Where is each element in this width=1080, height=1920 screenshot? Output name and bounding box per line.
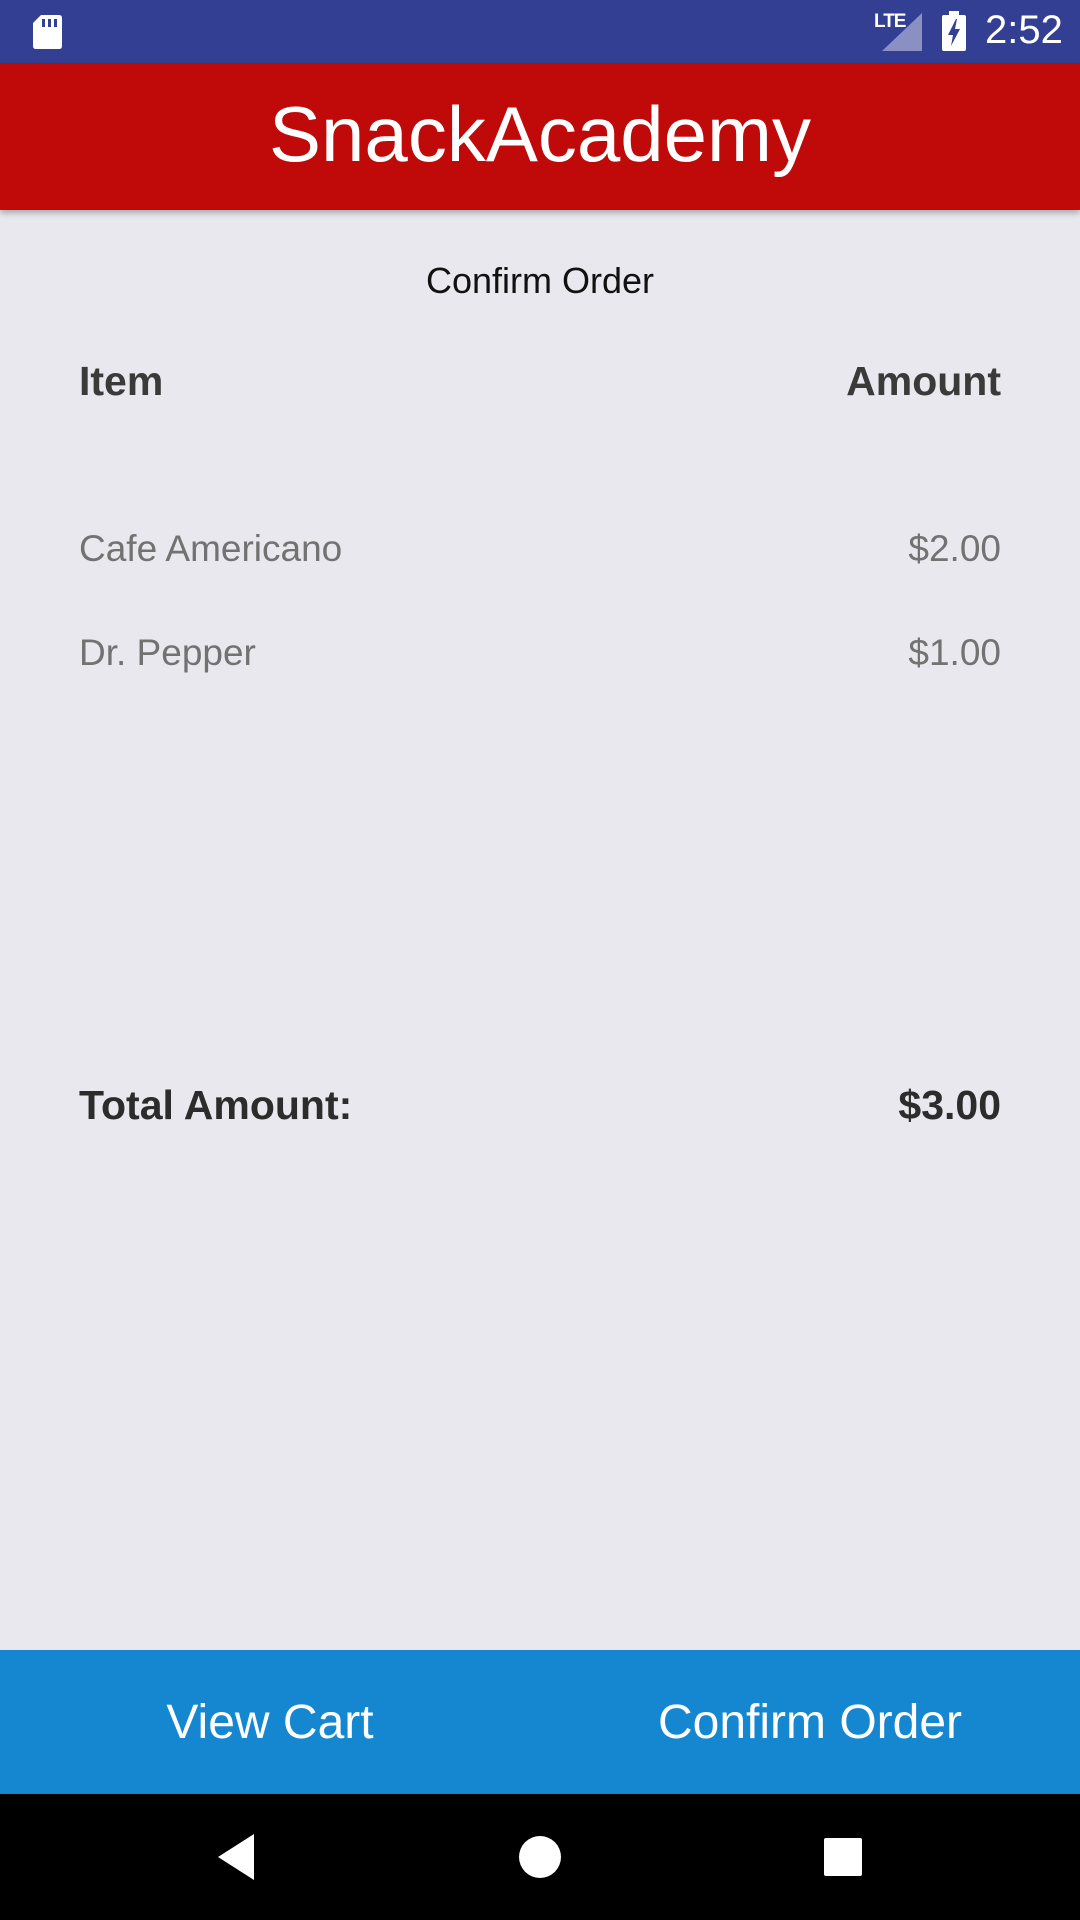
order-item-name: Cafe Americano <box>79 528 343 569</box>
total-label: Total Amount: <box>79 1082 353 1128</box>
column-header-item: Item <box>79 358 164 404</box>
sd-card-icon <box>33 15 62 49</box>
view-cart-button[interactable]: View Cart <box>0 1650 540 1794</box>
total-value: $3.00 <box>898 1082 1001 1128</box>
battery-charging-icon <box>942 11 966 51</box>
order-item-amount: $2.00 <box>908 528 1001 569</box>
order-item-name: Dr. Pepper <box>79 632 256 673</box>
bottom-action-bar: View Cart Confirm Order <box>0 1650 1080 1794</box>
recents-icon[interactable] <box>810 1824 876 1890</box>
home-icon[interactable] <box>507 1824 573 1890</box>
page-title: Confirm Order <box>425 260 655 301</box>
confirm-order-button[interactable]: Confirm Order <box>540 1650 1080 1794</box>
app-title: SnackAcademy <box>269 90 811 178</box>
order-content: Confirm Order Item Amount Cafe Americano… <box>0 210 1080 1650</box>
back-icon[interactable] <box>204 1824 270 1890</box>
column-header-amount: Amount <box>846 358 1001 404</box>
signal-icon <box>882 13 922 51</box>
app-bar: SnackAcademy <box>0 63 1080 210</box>
system-nav-bar <box>0 1794 1080 1920</box>
status-bar: LTE 2:52 <box>0 0 1080 63</box>
clock: 2:52 <box>985 8 1063 52</box>
order-item-amount: $1.00 <box>908 632 1001 673</box>
